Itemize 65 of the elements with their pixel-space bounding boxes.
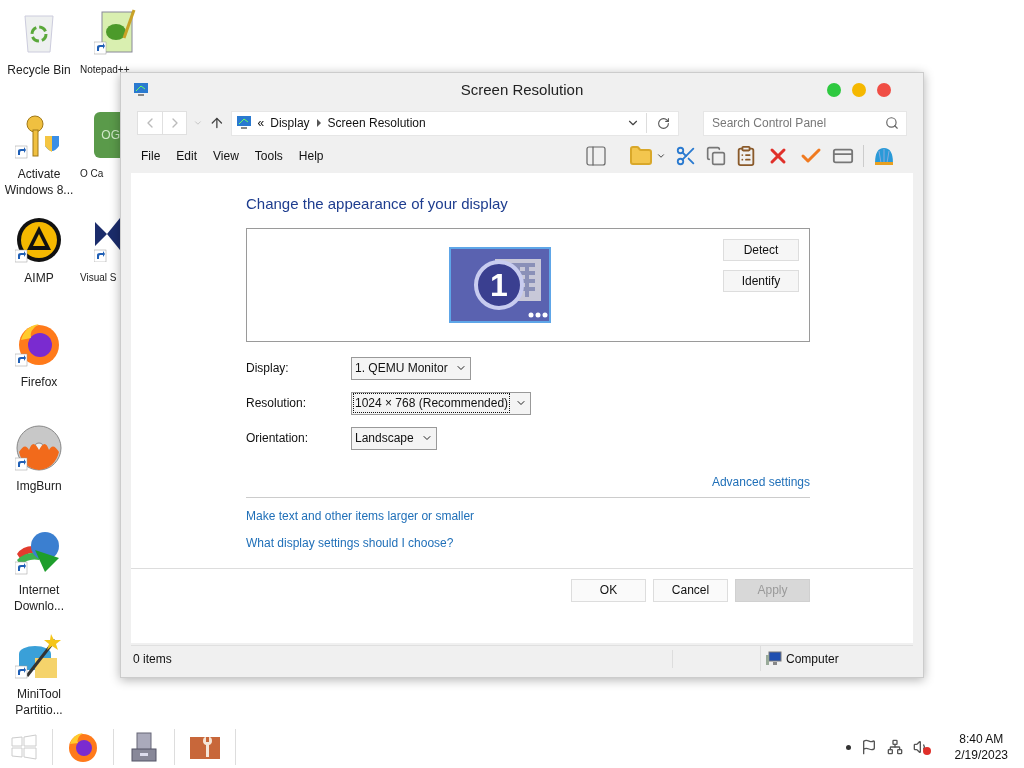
menu-item[interactable]: View [213,147,239,165]
app-tile-icon: OG [94,112,120,158]
desktop-icon-label[interactable]: Internet Downlo... [1,582,77,614]
disk-wand-icon [15,632,63,680]
refresh-icon[interactable] [657,116,670,130]
firefox-icon[interactable] [67,731,99,763]
field-label: Orientation: [246,430,310,447]
desktop-icon-label[interactable]: ImgBurn [1,478,77,494]
dialog-button[interactable]: OK [571,578,646,602]
network-icon[interactable] [886,739,903,755]
window-title: Screen Resolution [460,79,584,100]
field-label: Display: [246,360,290,377]
desktop-icon-label[interactable]: Firefox [1,374,77,390]
layout-pane-icon[interactable] [584,144,608,168]
clock-date[interactable]: 2/19/2023 [954,747,1008,763]
menu-item[interactable]: Tools [254,147,283,165]
breadcrumb-arrow-icon [315,119,322,127]
menu-item[interactable]: File [141,147,161,165]
help-link[interactable]: What display settings should I choose? [246,533,454,552]
computer-icon [766,650,782,667]
menu-item[interactable]: Edit [176,147,198,165]
item-count: 0 items [131,649,673,668]
bowtie-logo-icon [94,216,120,262]
page-heading: Change the appearance of your display [246,194,509,214]
help-link[interactable]: Make text and other items larger or smaller [246,506,475,525]
desktop-icon-label[interactable]: Notepad++ [80,62,130,78]
dialog-button[interactable]: Cancel [653,578,728,602]
close-button[interactable] [877,83,891,97]
muted-speaker-icon[interactable] [912,739,931,755]
breadcrumb-item[interactable]: Display [270,114,310,132]
desktop-icon-label[interactable]: Visual S [80,270,117,286]
dropdown[interactable]: Landscape [351,426,437,450]
menu-item[interactable]: Help [298,147,324,165]
desktop-icon-label[interactable]: O Ca [80,166,104,182]
desktop-icon-label[interactable]: Activate Windows 8... [1,166,77,198]
field-label: Resolution: [246,395,308,412]
advanced-settings-link[interactable]: Advanced settings [711,472,810,491]
desktop-icon-label[interactable]: MiniTool Partitio... [1,686,77,718]
scissors-icon[interactable] [675,145,697,167]
preview-button[interactable]: Detect [723,238,799,261]
clock-time[interactable]: 8:40 AM [959,731,1004,747]
monitor-number: 1 [489,268,509,301]
windows-start-icon[interactable] [10,733,38,761]
address-bar[interactable]: « Display Screen Resolution [230,110,679,136]
drive-toolbox-icon[interactable] [128,731,160,763]
location-label: Computer [786,650,839,668]
triangle-logo-icon [15,216,63,264]
monitor-app-icon [235,115,252,131]
preview-button[interactable]: Identify [723,269,799,292]
desktop-icon-label[interactable]: AIMP [1,270,77,286]
monitor-icon[interactable] [449,246,551,323]
clipboard-icon[interactable] [735,145,757,167]
dropdown[interactable]: 1. QEMU Monitor [351,356,471,380]
flag-icon[interactable] [860,739,877,755]
monitor-app-icon [133,82,149,98]
dropdown[interactable]: 1024 × 768 (Recommended) [351,391,532,415]
breadcrumb-overflow[interactable]: « [257,114,265,132]
copy-icon[interactable] [706,146,726,166]
breadcrumb-item[interactable]: Screen Resolution [327,114,426,132]
caret-icon[interactable] [656,151,666,161]
flaming-disc-icon [15,424,63,472]
desktop-icon-label[interactable]: Recycle Bin [1,62,77,78]
search-field[interactable]: Search Control Panel [703,110,907,136]
search-icon [885,116,899,131]
shell-icon[interactable] [873,145,895,167]
